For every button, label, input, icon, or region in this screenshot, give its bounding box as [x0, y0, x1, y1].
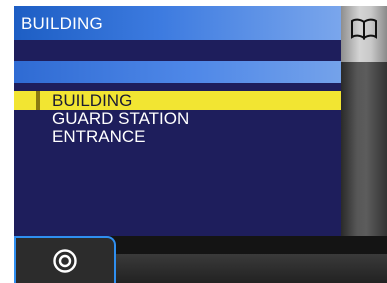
- list-item-guard-station[interactable]: GUARD STATION: [14, 109, 341, 128]
- book-button[interactable]: [341, 6, 387, 62]
- device-screen: BUILDING BUILDING GUARD STATION ENTRANCE: [14, 6, 387, 283]
- list-item-building[interactable]: BUILDING: [14, 91, 341, 110]
- filter-bar[interactable]: [14, 61, 341, 83]
- page-title: BUILDING: [21, 14, 103, 33]
- softkey-target[interactable]: [14, 236, 116, 283]
- list-item-label: BUILDING: [52, 91, 133, 110]
- side-panel: [341, 6, 387, 236]
- list-item-entrance[interactable]: ENTRANCE: [14, 127, 341, 146]
- list-area: BUILDING GUARD STATION ENTRANCE: [14, 40, 341, 236]
- softkey-3[interactable]: [204, 254, 295, 283]
- book-icon: [351, 18, 377, 40]
- list-item-label: GUARD STATION: [52, 109, 190, 128]
- list-item-label: ENTRANCE: [52, 127, 146, 146]
- softkey-2[interactable]: [116, 254, 205, 283]
- title-bar: BUILDING: [14, 6, 341, 40]
- softkey-bar: [14, 236, 387, 283]
- softkey-4[interactable]: [294, 254, 387, 283]
- target-icon: [53, 249, 77, 273]
